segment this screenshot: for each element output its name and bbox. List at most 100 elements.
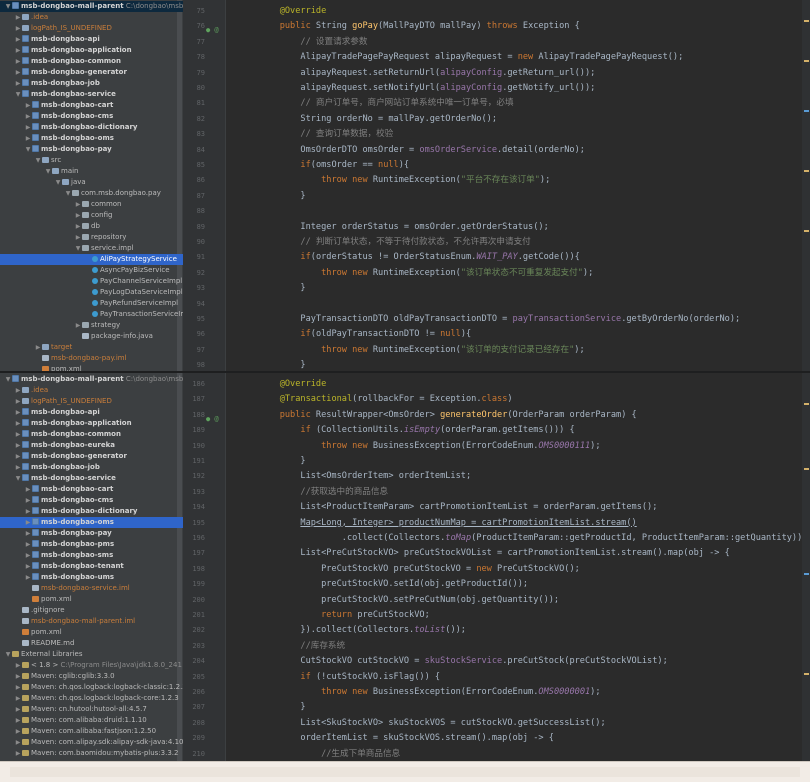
tree-item[interactable]: ▶ msb-dongbao-api (0, 34, 183, 45)
tree-item[interactable]: ▼ msb-dongbao-mall-parent C:\dongbao\msb-… (0, 374, 183, 385)
code-line[interactable]: 76 ● @ public String goPay(MallPayDTO mal… (197, 19, 810, 34)
tree-item[interactable]: ▼ External Libraries (0, 649, 183, 660)
tree-item[interactable]: ▶ msb-dongbao-generator (0, 451, 183, 462)
chevron-right-icon[interactable]: ▶ (14, 704, 22, 715)
code-line[interactable]: 195 Map<Long, Integer> productNumMap = c… (192, 516, 810, 531)
code-line[interactable]: 93 } (197, 281, 810, 296)
code-line[interactable]: 87 } (197, 189, 810, 204)
chevron-right-icon[interactable]: ▶ (14, 429, 22, 440)
tree-item[interactable]: ▶ Maven: ch.qos.logback:logback-core:1.2.… (0, 693, 183, 704)
code-line[interactable]: 196 .collect(Collectors.toMap(ProductIte… (192, 531, 810, 546)
code-line[interactable]: 191 } (192, 454, 810, 469)
tree-item[interactable]: package-info.java (0, 331, 183, 342)
tree-item[interactable]: ▶ common (0, 199, 183, 210)
tree-item[interactable]: ▶ config (0, 210, 183, 221)
chevron-right-icon[interactable]: ▶ (34, 342, 42, 353)
code-line[interactable]: 210 //生成下单商品信息 (192, 747, 810, 761)
tree-item[interactable]: PayChannelServiceImpl (0, 276, 183, 287)
chevron-right-icon[interactable]: ▶ (14, 440, 22, 451)
chevron-down-icon[interactable]: ▼ (24, 144, 32, 155)
tree-item[interactable]: ▼ msb-dongbao-service (0, 473, 183, 484)
code-line[interactable]: 90 // 判断订单状态，不等于待付款状态，不允许再次申请支付 (197, 235, 810, 250)
code-line[interactable]: 203 //库存系统 (192, 639, 810, 654)
chevron-right-icon[interactable]: ▶ (74, 210, 82, 221)
chevron-right-icon[interactable]: ▶ (14, 418, 22, 429)
tree-item[interactable]: .gitignore (0, 605, 183, 616)
code-line[interactable]: 97 throw new RuntimeException("该订单的支付记录已… (197, 343, 810, 358)
code-line[interactable]: 192 List<OmsOrderItem> orderItemList; (192, 469, 810, 484)
tree-item[interactable]: AliPayStrategyService (0, 254, 183, 265)
tree-item[interactable]: ▶ Maven: cn.hutool:hutool-all:4.5.7 (0, 704, 183, 715)
chevron-down-icon[interactable]: ▼ (14, 473, 22, 484)
chevron-right-icon[interactable]: ▶ (14, 23, 22, 34)
chevron-right-icon[interactable]: ▶ (24, 528, 32, 539)
code-line[interactable]: 92 throw new RuntimeException("该订单状态不可重复… (197, 266, 810, 281)
tree-item[interactable]: ▶ strategy (0, 320, 183, 331)
chevron-right-icon[interactable]: ▶ (14, 56, 22, 67)
tree-item[interactable]: ▼ src (0, 155, 183, 166)
editor-scrollbar[interactable] (802, 0, 810, 372)
code-line[interactable]: 193 //获取选中的商品信息 (192, 485, 810, 500)
code-line[interactable]: 209 orderItemList = skuStockVOS.stream()… (192, 731, 810, 746)
chevron-down-icon[interactable]: ▼ (14, 89, 22, 100)
tree-item[interactable]: ▶ msb-dongbao-api (0, 407, 183, 418)
tree-item[interactable]: ▶ msb-dongbao-pay (0, 528, 183, 539)
chevron-right-icon[interactable]: ▶ (74, 199, 82, 210)
tree-item[interactable]: ▶ target (0, 342, 183, 353)
tree-item[interactable]: ▼ msb-dongbao-service (0, 89, 183, 100)
code-line[interactable]: 208 List<SkuStockVO> skuStockVOS = cutSt… (192, 716, 810, 731)
chevron-right-icon[interactable]: ▶ (14, 682, 22, 693)
chevron-right-icon[interactable]: ▶ (24, 111, 32, 122)
tree-item[interactable]: ▶ msb-dongbao-common (0, 56, 183, 67)
chevron-right-icon[interactable]: ▶ (24, 100, 32, 111)
chevron-right-icon[interactable]: ▶ (14, 462, 22, 473)
tree-item[interactable]: PayTransactionServiceImpl (0, 309, 183, 320)
code-line[interactable]: 88 (197, 204, 810, 219)
tree-item[interactable]: ▼ service.impl (0, 243, 183, 254)
code-line[interactable]: 75 @Override (197, 4, 810, 19)
code-line[interactable]: 188 ● @ public ResultWrapper<OmsOrder> ge… (192, 408, 810, 423)
tree-item[interactable]: README.md (0, 638, 183, 649)
chevron-right-icon[interactable]: ▶ (14, 715, 22, 726)
chevron-right-icon[interactable]: ▶ (14, 748, 22, 759)
tree-item[interactable]: ▶ msb-dongbao-application (0, 418, 183, 429)
tree-item[interactable]: ▶ msb-dongbao-dictionary (0, 506, 183, 517)
code-line[interactable]: 194 List<ProductItemParam> cartPromotion… (192, 500, 810, 515)
tree-item[interactable]: msb-dongbao-service.iml (0, 583, 183, 594)
chevron-down-icon[interactable]: ▼ (34, 155, 42, 166)
code-line[interactable]: 80 alipayRequest.setNotifyUrl(alipayConf… (197, 81, 810, 96)
tree-item[interactable]: ▶ .idea (0, 12, 183, 23)
tree-item[interactable]: ▶ msb-dongbao-cart (0, 484, 183, 495)
tree-item[interactable]: ▶ msb-dongbao-application (0, 45, 183, 56)
code-line[interactable]: 91 if(orderStatus != OrderStatusEnum.WAI… (197, 250, 810, 265)
chevron-right-icon[interactable]: ▶ (14, 726, 22, 737)
code-editor[interactable]: 186 @Override 187 @Transactional(rollback… (183, 373, 810, 761)
tree-item[interactable]: msb-dongbao-pay.iml (0, 353, 183, 364)
chevron-right-icon[interactable]: ▶ (14, 671, 22, 682)
chevron-down-icon[interactable]: ▼ (4, 649, 12, 660)
code-line[interactable]: 198 PreCutStockVO preCutStockVO = new Pr… (192, 562, 810, 577)
tree-item[interactable]: PayRefundServiceImpl (0, 298, 183, 309)
tree-item[interactable]: ▶ msb-dongbao-sms (0, 550, 183, 561)
code-line[interactable]: 89 Integer orderStatus = omsOrder.getOrd… (197, 220, 810, 235)
tree-item[interactable]: ▶ msb-dongbao-job (0, 78, 183, 89)
tree-item[interactable]: ▶ < 1.8 > C:\Program Files\Java\jdk1.8.0_… (0, 660, 183, 671)
code-line[interactable]: 207 } (192, 700, 810, 715)
chevron-right-icon[interactable]: ▶ (14, 660, 22, 671)
tree-item[interactable]: ▼ msb-dongbao-pay (0, 144, 183, 155)
chevron-right-icon[interactable]: ▶ (24, 484, 32, 495)
code-line[interactable]: 202 }).collect(Collectors.toList()); (192, 623, 810, 638)
tree-item[interactable]: ▶ msb-dongbao-tenant (0, 561, 183, 572)
tree-item[interactable]: ▶ msb-dongbao-job (0, 462, 183, 473)
tree-item[interactable]: ▼ com.msb.dongbao.pay (0, 188, 183, 199)
tree-item[interactable]: ▶ Maven: com.baomidou:mybatis-plus:3.3.2 (0, 748, 183, 759)
code-line[interactable]: 204 CutStockVO cutStockVO = skuStockServ… (192, 654, 810, 669)
code-line[interactable]: 206 throw new BusinessException(ErrorCod… (192, 685, 810, 700)
tree-item[interactable]: ▶ msb-dongbao-generator (0, 67, 183, 78)
tree-item[interactable]: ▼ main (0, 166, 183, 177)
code-line[interactable]: 200 preCutStockVO.setPreCutNum(obj.getQu… (192, 593, 810, 608)
chevron-right-icon[interactable]: ▶ (24, 539, 32, 550)
chevron-right-icon[interactable]: ▶ (14, 451, 22, 462)
tree-item[interactable]: ▶ msb-dongbao-cms (0, 111, 183, 122)
code-line[interactable]: 77 // 设置请求参数 (197, 35, 810, 50)
